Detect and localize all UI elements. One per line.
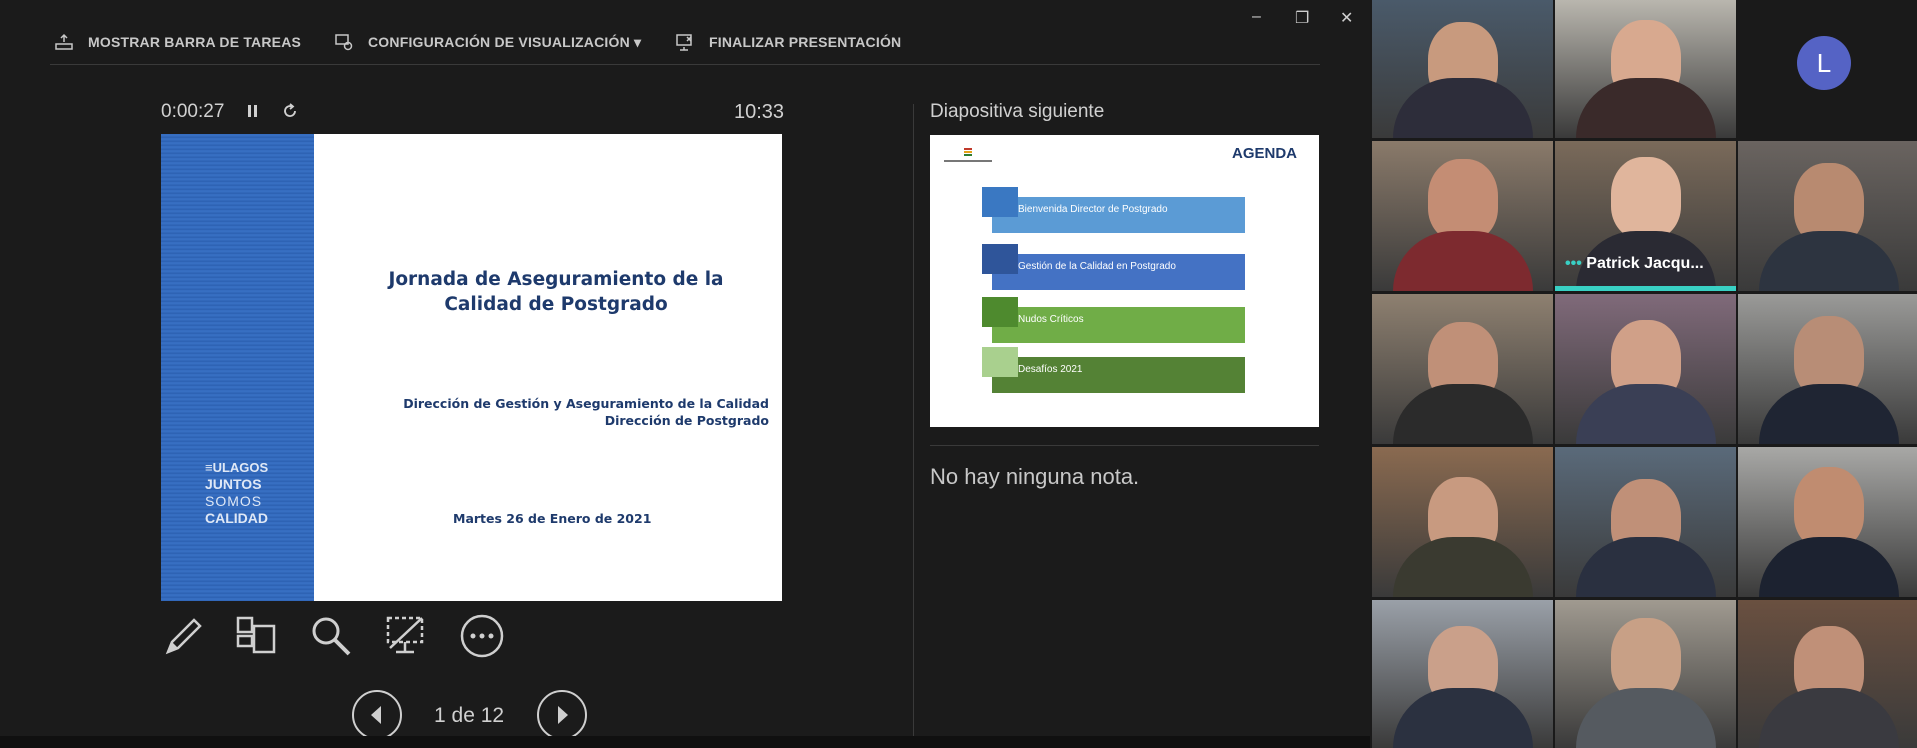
slide-date: Martes 26 de Enero de 2021 [453, 511, 652, 526]
participant-video-tile[interactable] [1738, 141, 1917, 291]
next-arrow-icon [558, 706, 568, 724]
end-presentation-button[interactable]: FINALIZAR PRESENTACIÓN [675, 32, 901, 52]
target-icon [982, 347, 1018, 377]
participant-video-tile[interactable] [1738, 600, 1917, 748]
display-settings-button[interactable]: CONFIGURACIÓN DE VISUALIZACIÓN ▾ [334, 32, 641, 52]
reset-timer-icon[interactable] [281, 102, 299, 120]
target-icon [982, 187, 1018, 217]
participant-video-tile[interactable] [1738, 294, 1917, 444]
see-all-slides-icon[interactable] [232, 612, 280, 660]
target-icon [982, 244, 1018, 274]
participant-video-tile[interactable] [1372, 0, 1553, 138]
slide-subtitle: Dirección de Gestión y Aseguramiento de … [403, 396, 769, 428]
agenda-item-text: Nudos Críticos [1018, 314, 1084, 325]
participant-video-tile[interactable] [1555, 0, 1736, 138]
agenda-item: Desafíos 2021 [982, 347, 1245, 393]
university-logo-icon [944, 148, 992, 162]
agenda-item-text: Gestión de la Calidad en Postgrado [1018, 261, 1176, 272]
close-button[interactable]: ✕ [1340, 8, 1353, 28]
end-presentation-label: FINALIZAR PRESENTACIÓN [709, 34, 902, 50]
agenda-title: AGENDA [1231, 145, 1297, 162]
participant-video-tile[interactable] [1738, 447, 1917, 597]
taskbar-icon [55, 33, 73, 50]
participant-video-tile[interactable] [1555, 294, 1736, 444]
more-options-icon[interactable] [458, 612, 506, 660]
restore-button[interactable]: ❐ [1295, 8, 1309, 28]
speaking-indicator [1555, 286, 1736, 291]
participant-video-tile[interactable] [1555, 447, 1736, 597]
next-slide-label: Diapositiva siguiente [930, 101, 1105, 122]
participant-gallery: ••• Patrick Jacqu... [1370, 0, 1917, 748]
end-presentation-icon [676, 34, 692, 51]
show-taskbar-button[interactable]: MOSTRAR BARRA DE TAREAS [54, 32, 301, 52]
pause-icon[interactable] [245, 102, 261, 120]
participant-video-tile[interactable] [1372, 294, 1553, 444]
current-time: 10:33 [734, 101, 785, 123]
minimize-button[interactable]: – [1252, 8, 1261, 26]
zoom-icon[interactable] [307, 612, 355, 660]
participant-video-tile[interactable] [1555, 600, 1736, 748]
page-indicator[interactable]: 1 de 12 [434, 704, 504, 728]
agenda-item: Nudos Críticos [982, 297, 1245, 343]
display-settings-label: CONFIGURACIÓN DE VISUALIZACIÓN ▾ [368, 33, 642, 50]
slide-title: Jornada de Aseguramiento de la Calidad d… [388, 269, 724, 315]
target-icon [982, 297, 1018, 327]
next-slide-button[interactable] [537, 690, 587, 740]
participant-video-tile[interactable] [1372, 447, 1553, 597]
speaker-notes: No hay ninguna nota. [930, 464, 1140, 489]
speaker-name: ••• Patrick Jacqu... [1565, 255, 1704, 272]
show-taskbar-label: MOSTRAR BARRA DE TAREAS [88, 34, 302, 50]
participant-video-tile[interactable] [1372, 600, 1553, 748]
elapsed-timer: 0:00:27 [161, 101, 225, 122]
participant-video-tile[interactable] [1372, 141, 1553, 291]
presenter-toolbar: MOSTRAR BARRA DE TAREAS CONFIGURACIÓN DE… [50, 20, 1320, 65]
agenda-item: Bienvenida Director de Postgrado [982, 187, 1245, 233]
notes-divider [930, 445, 1319, 446]
bottom-strip [0, 736, 1370, 748]
slide-blue-band: ≡ULAGOS JUNTOS SOMOS CALIDAD [161, 134, 314, 601]
pen-icon[interactable] [160, 612, 208, 660]
panel-divider [913, 104, 914, 736]
participant-avatar[interactable]: L [1797, 36, 1851, 90]
display-settings-icon [335, 34, 353, 51]
previous-arrow-icon [371, 706, 381, 724]
slide-navigation: 1 de 12 [352, 690, 592, 740]
current-slide[interactable]: ≡ULAGOS JUNTOS SOMOS CALIDAD Jornada de … [161, 134, 782, 601]
agenda-item-text: Desafíos 2021 [1018, 364, 1083, 375]
presenter-view: MOSTRAR BARRA DE TAREAS CONFIGURACIÓN DE… [0, 0, 1370, 748]
previous-slide-button[interactable] [352, 690, 402, 740]
ulagos-logo: ≡ULAGOS JUNTOS SOMOS CALIDAD [205, 460, 269, 526]
black-screen-icon[interactable] [382, 612, 430, 660]
agenda-item-text: Bienvenida Director de Postgrado [1018, 204, 1168, 215]
active-speaker-tile[interactable]: ••• Patrick Jacqu... [1555, 141, 1736, 291]
next-slide-preview[interactable]: AGENDA Bienvenida Director de Postgrado G… [930, 135, 1319, 427]
agenda-item: Gestión de la Calidad en Postgrado [982, 244, 1245, 290]
